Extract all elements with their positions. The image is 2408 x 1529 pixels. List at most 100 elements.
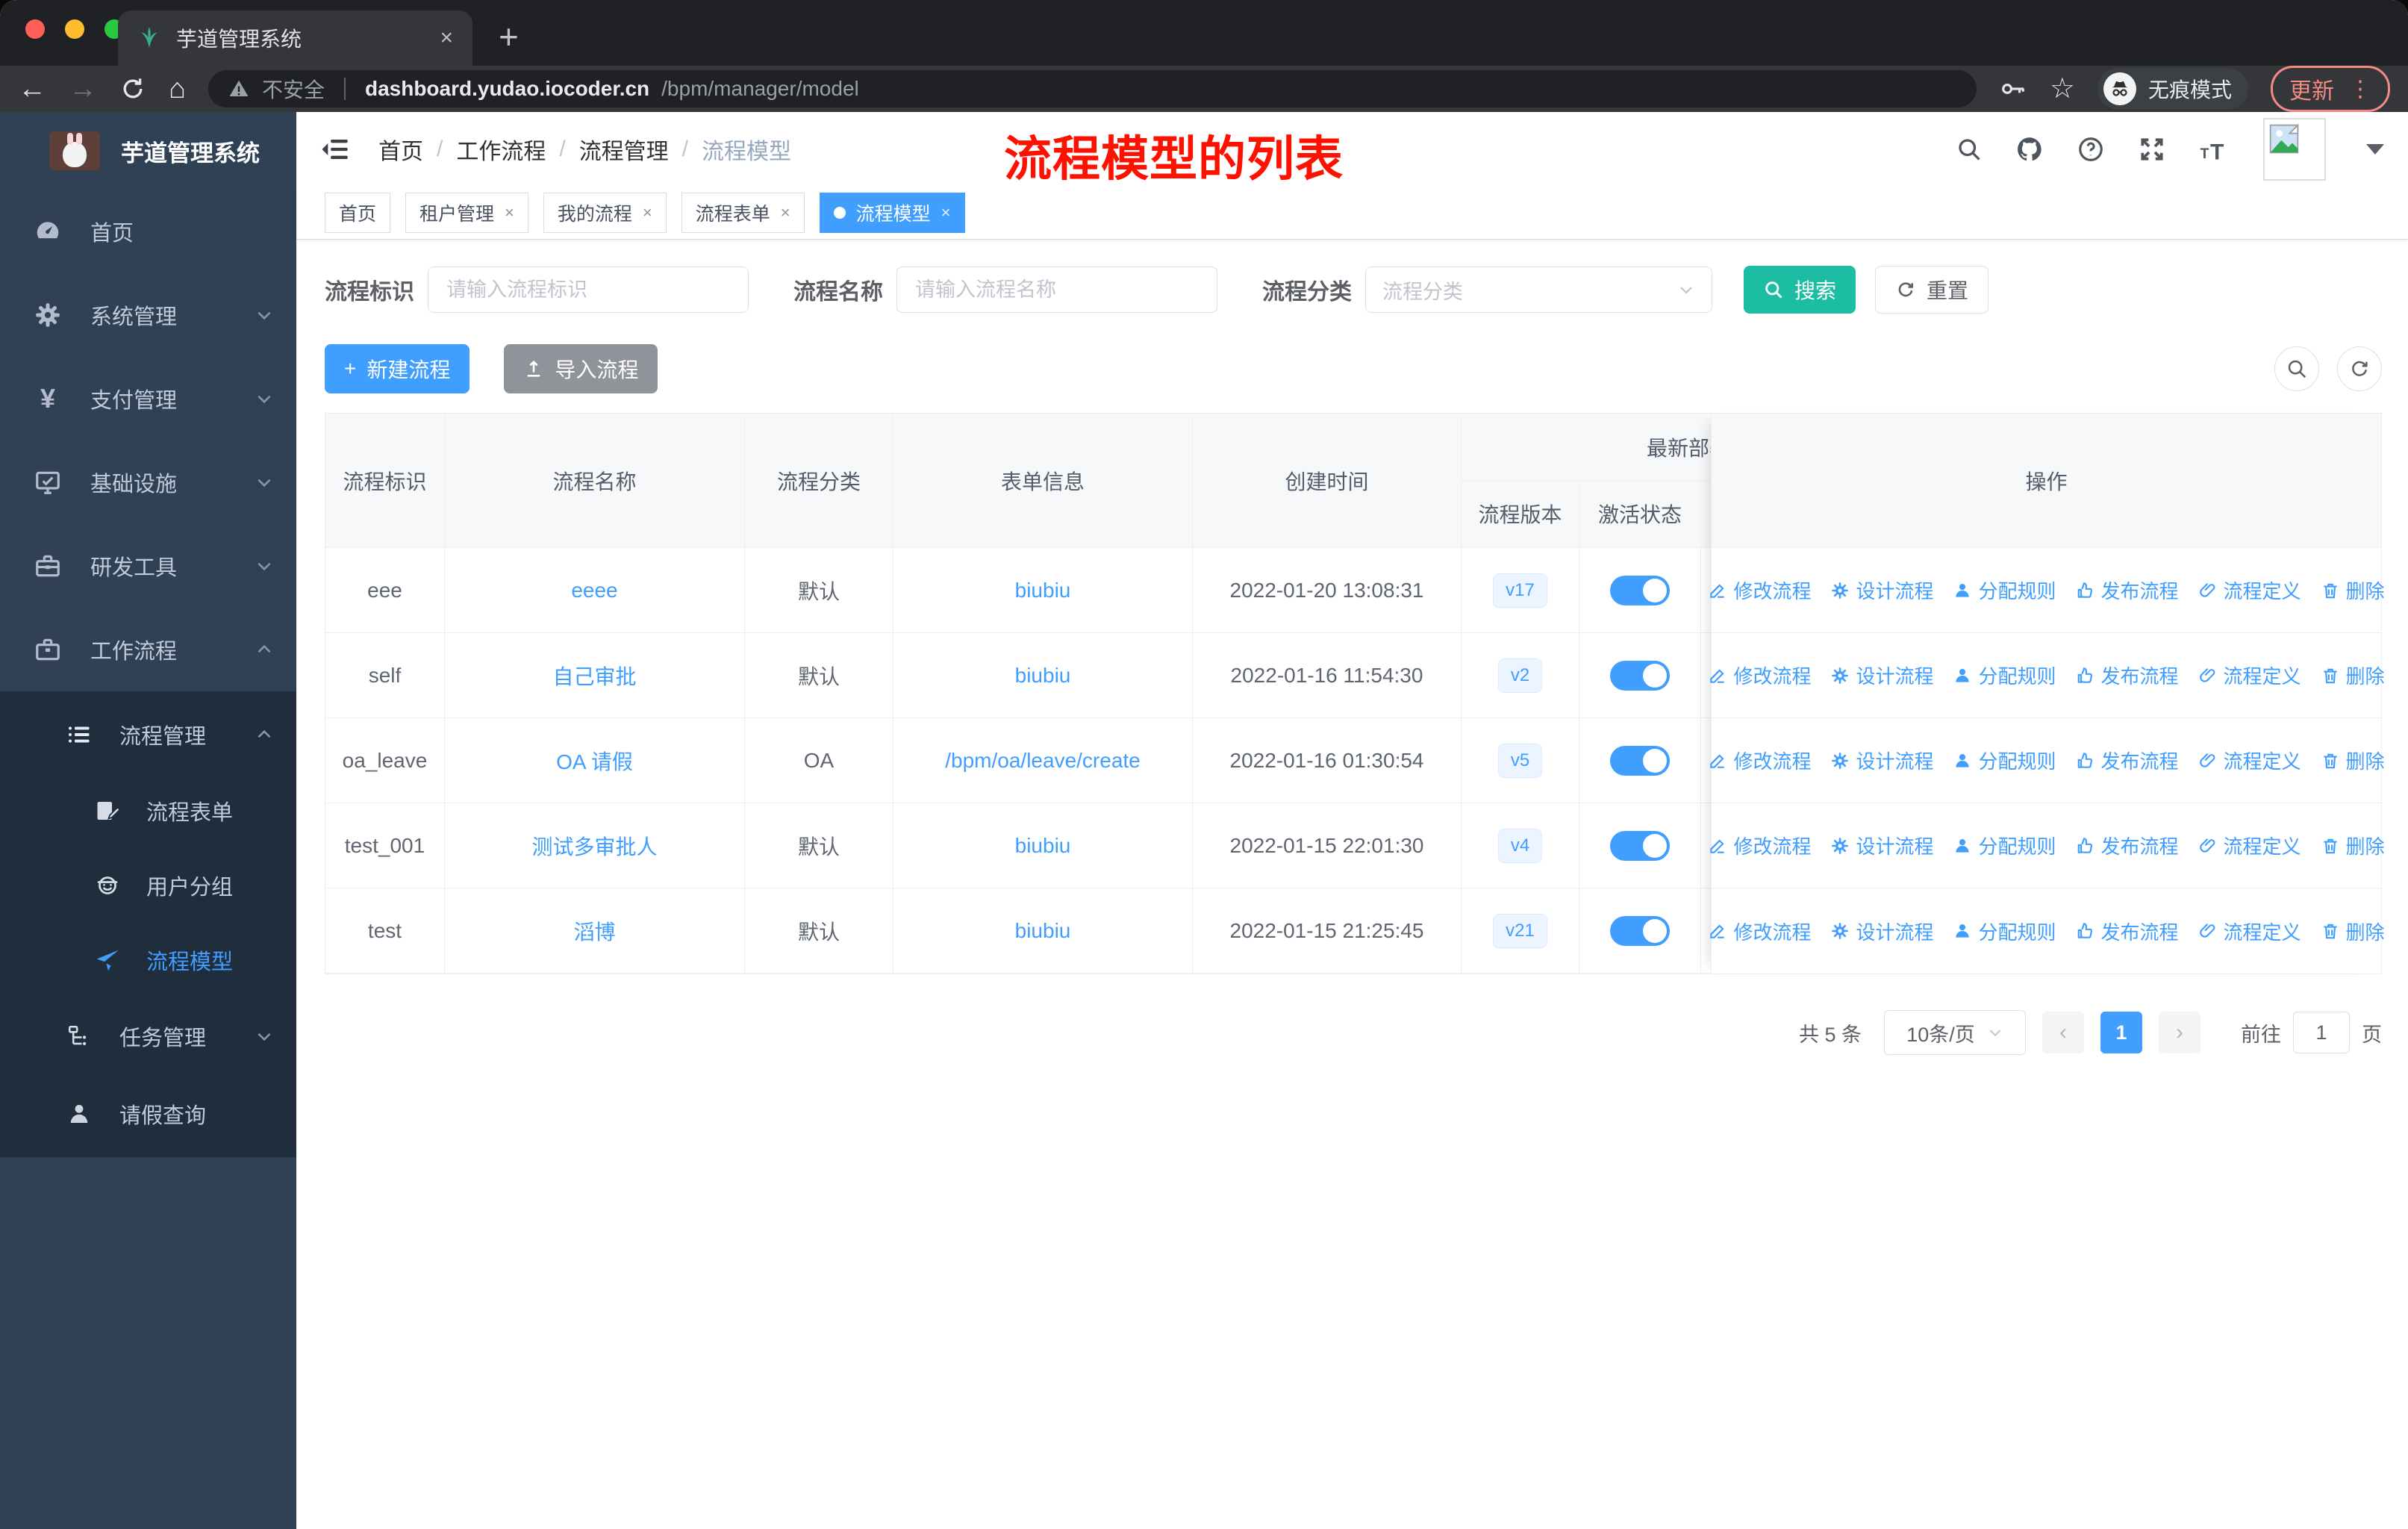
tag-home[interactable]: 首页 bbox=[325, 193, 391, 233]
action-design[interactable]: 设计流程 bbox=[1830, 661, 1933, 689]
action-edit[interactable]: 修改流程 bbox=[1708, 747, 1811, 774]
action-definition[interactable]: 流程定义 bbox=[2198, 661, 2301, 689]
tag-close-icon[interactable]: × bbox=[781, 203, 790, 222]
fullscreen-icon[interactable] bbox=[2138, 135, 2166, 164]
breadcrumb-home[interactable]: 首页 bbox=[378, 133, 423, 166]
close-window-button[interactable] bbox=[25, 19, 45, 39]
sidebar-item-process-manage[interactable]: 流程管理 bbox=[0, 696, 296, 773]
action-design[interactable]: 设计流程 bbox=[1830, 918, 1933, 945]
bookmark-star-icon[interactable]: ☆ bbox=[2050, 75, 2075, 103]
address-bar[interactable]: 不安全 dashboard.yudao.iocoder.cn/bpm/manag… bbox=[208, 70, 1977, 108]
sidebar-item-process-model[interactable]: 流程模型 bbox=[0, 923, 296, 997]
process-name-input[interactable] bbox=[896, 267, 1217, 313]
page-size-select[interactable]: 10条/页 bbox=[1884, 1010, 2026, 1055]
security-label[interactable]: 不安全 bbox=[262, 74, 325, 104]
breadcrumb-manage[interactable]: 流程管理 bbox=[579, 133, 669, 166]
tag-process-model[interactable]: 流程模型 × bbox=[819, 193, 965, 233]
action-delete[interactable]: 删除 bbox=[2321, 576, 2385, 604]
tag-process-form[interactable]: 流程表单 × bbox=[681, 193, 805, 233]
action-publish[interactable]: 发布流程 bbox=[2076, 832, 2179, 859]
action-assign[interactable]: 分配规则 bbox=[1953, 747, 2056, 774]
sidebar-item-devtools[interactable]: 研发工具 bbox=[0, 524, 296, 608]
action-definition[interactable]: 流程定义 bbox=[2198, 832, 2301, 859]
action-delete[interactable]: 删除 bbox=[2321, 832, 2385, 859]
tag-close-icon[interactable]: × bbox=[941, 203, 951, 222]
action-publish[interactable]: 发布流程 bbox=[2076, 661, 2179, 689]
process-name-link[interactable]: 测试多审批人 bbox=[531, 831, 657, 861]
action-edit[interactable]: 修改流程 bbox=[1708, 661, 1811, 689]
sidebar-item-workflow[interactable]: 工作流程 bbox=[0, 608, 296, 691]
sidebar-item-user-group[interactable]: 用户分组 bbox=[0, 848, 296, 923]
active-toggle[interactable] bbox=[1610, 575, 1670, 605]
sidebar-item-home[interactable]: 首页 bbox=[0, 190, 296, 273]
process-name-link[interactable]: OA 请假 bbox=[556, 746, 633, 776]
forward-icon[interactable]: → bbox=[69, 75, 97, 103]
new-tab-button[interactable]: + bbox=[499, 16, 519, 57]
home-icon[interactable]: ⌂ bbox=[169, 75, 186, 103]
sidebar-item-task-manage[interactable]: 任务管理 bbox=[0, 997, 296, 1075]
action-assign[interactable]: 分配规则 bbox=[1953, 832, 2056, 859]
tag-close-icon[interactable]: × bbox=[643, 203, 652, 222]
help-icon[interactable] bbox=[2077, 135, 2105, 164]
action-delete[interactable]: 删除 bbox=[2321, 747, 2385, 774]
active-toggle[interactable] bbox=[1610, 660, 1670, 691]
tag-my-process[interactable]: 我的流程 × bbox=[543, 193, 667, 233]
refresh-icon[interactable] bbox=[2337, 346, 2382, 391]
process-name-link[interactable]: 自己审批 bbox=[552, 661, 636, 691]
import-process-button[interactable]: 导入流程 bbox=[504, 344, 658, 393]
form-info-link[interactable]: biubiu bbox=[1015, 664, 1071, 688]
search-button[interactable]: 搜索 bbox=[1744, 266, 1856, 314]
action-definition[interactable]: 流程定义 bbox=[2198, 747, 2301, 774]
tag-close-icon[interactable]: × bbox=[505, 203, 514, 222]
avatar-caret-icon[interactable] bbox=[2366, 144, 2384, 155]
active-toggle[interactable] bbox=[1610, 745, 1670, 776]
action-edit[interactable]: 修改流程 bbox=[1708, 576, 1811, 604]
active-toggle[interactable] bbox=[1610, 915, 1670, 946]
category-select[interactable]: 流程分类 bbox=[1365, 267, 1712, 313]
update-button[interactable]: 更新 ⋮ bbox=[2271, 66, 2390, 112]
prev-page-button[interactable]: ‹ bbox=[2042, 1012, 2084, 1053]
form-info-link[interactable]: biubiu bbox=[1015, 919, 1071, 943]
action-definition[interactable]: 流程定义 bbox=[2198, 576, 2301, 604]
browser-tab[interactable]: 芋道管理系统 × bbox=[118, 10, 472, 66]
process-id-input[interactable] bbox=[428, 267, 749, 313]
sidebar-item-payment[interactable]: ¥ 支付管理 bbox=[0, 357, 296, 440]
back-icon[interactable]: ← bbox=[18, 75, 46, 103]
process-name-link[interactable]: eeee bbox=[571, 579, 617, 602]
goto-page-input[interactable] bbox=[2293, 1012, 2350, 1053]
toggle-search-icon[interactable] bbox=[2274, 346, 2319, 391]
search-icon[interactable] bbox=[1956, 136, 1983, 163]
process-name-link[interactable]: 滔博 bbox=[573, 916, 615, 946]
form-info-link[interactable]: biubiu bbox=[1015, 834, 1071, 858]
action-publish[interactable]: 发布流程 bbox=[2076, 918, 2179, 945]
action-publish[interactable]: 发布流程 bbox=[2076, 747, 2179, 774]
action-assign[interactable]: 分配规则 bbox=[1953, 918, 2056, 945]
minimize-window-button[interactable] bbox=[65, 19, 84, 39]
avatar[interactable] bbox=[2263, 118, 2326, 181]
form-info-link[interactable]: biubiu bbox=[1015, 579, 1071, 602]
action-assign[interactable]: 分配规则 bbox=[1953, 576, 2056, 604]
sidebar-item-system[interactable]: 系统管理 bbox=[0, 273, 296, 357]
reload-icon[interactable] bbox=[119, 75, 146, 102]
action-design[interactable]: 设计流程 bbox=[1830, 747, 1933, 774]
action-delete[interactable]: 删除 bbox=[2321, 661, 2385, 689]
action-design[interactable]: 设计流程 bbox=[1830, 576, 1933, 604]
action-edit[interactable]: 修改流程 bbox=[1708, 832, 1811, 859]
action-publish[interactable]: 发布流程 bbox=[2076, 576, 2179, 604]
action-assign[interactable]: 分配规则 bbox=[1953, 661, 2056, 689]
action-edit[interactable]: 修改流程 bbox=[1708, 918, 1811, 945]
breadcrumb-workflow[interactable]: 工作流程 bbox=[456, 133, 546, 166]
browser-menu-icon[interactable]: ⋮ bbox=[2349, 76, 2371, 102]
current-page-button[interactable]: 1 bbox=[2100, 1012, 2142, 1053]
action-definition[interactable]: 流程定义 bbox=[2198, 918, 2301, 945]
tag-tenant[interactable]: 租户管理 × bbox=[405, 193, 528, 233]
sidebar-item-leave-query[interactable]: 请假查询 bbox=[0, 1075, 296, 1153]
tab-close-icon[interactable]: × bbox=[440, 25, 453, 51]
create-process-button[interactable]: + 新建流程 bbox=[325, 344, 470, 393]
reset-button[interactable]: 重置 bbox=[1875, 266, 1989, 314]
key-icon[interactable] bbox=[1999, 75, 2027, 103]
action-delete[interactable]: 删除 bbox=[2321, 918, 2385, 945]
active-toggle[interactable] bbox=[1610, 830, 1670, 861]
sidebar-item-infra[interactable]: 基础设施 bbox=[0, 440, 296, 524]
next-page-button[interactable]: › bbox=[2159, 1012, 2200, 1053]
